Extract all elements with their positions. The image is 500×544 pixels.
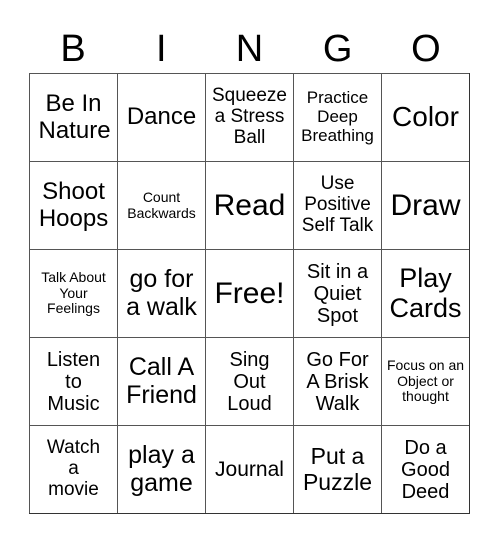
cell-text: Shoot Hoops — [38, 178, 109, 232]
header-letter-g: G — [322, 27, 353, 70]
cell-text: Play Cards — [389, 262, 462, 323]
cell-text: Dance — [126, 103, 197, 131]
bingo-cell[interactable]: Sit in a Quiet Spot — [293, 249, 381, 337]
bingo-cell[interactable]: Practice Deep Breathing — [293, 73, 381, 161]
header-letter-o: O — [411, 27, 441, 70]
cell-text: Sing Out Loud — [227, 348, 272, 415]
bingo-cell[interactable]: Do a Good Deed — [381, 425, 469, 513]
header-letter-i: I — [156, 27, 167, 70]
bingo-cell[interactable]: Shoot Hoops — [29, 161, 117, 249]
bingo-cell[interactable]: Dance — [117, 73, 205, 161]
bingo-header: B I N G O — [29, 24, 470, 73]
cell-text: Do a Good Deed — [401, 436, 450, 503]
bingo-cell[interactable]: Sing Out Loud — [205, 337, 293, 425]
cell-text: Listen to Music — [46, 348, 101, 415]
cell-text: Practice Deep Breathing — [301, 88, 374, 145]
bingo-cell[interactable]: Squeeze a Stress Ball — [205, 73, 293, 161]
cell-text: Watch a movie — [46, 437, 101, 500]
bingo-cell[interactable]: Use Positive Self Talk — [293, 161, 381, 249]
header-letter-n: N — [235, 27, 264, 70]
bingo-cell[interactable]: go for a walk — [117, 249, 205, 337]
bingo-cell[interactable]: Go For A Brisk Walk — [293, 337, 381, 425]
cell-text: Draw — [390, 189, 461, 222]
bingo-cell[interactable]: Play Cards — [381, 249, 469, 337]
bingo-cell[interactable]: Put a Puzzle — [293, 425, 381, 513]
cell-text: Go For A Brisk Walk — [306, 348, 369, 415]
bingo-cell[interactable]: Be In Nature — [29, 73, 117, 161]
cell-text: Read — [213, 189, 286, 222]
bingo-cell[interactable]: Draw — [381, 161, 469, 249]
cell-text: Color — [392, 101, 459, 133]
cell-text: play a game — [128, 441, 195, 497]
bingo-cell[interactable]: Watch a movie — [29, 425, 117, 513]
bingo-cell[interactable]: Call A Friend — [117, 337, 205, 425]
bingo-grid: Be In Nature Dance Squeeze a Stress Ball… — [29, 73, 470, 514]
bingo-cell[interactable]: Talk About Your Feelings — [29, 249, 117, 337]
cell-text: Put a Puzzle — [302, 443, 373, 495]
cell-text: Talk About Your Feelings — [41, 269, 106, 317]
cell-text: Focus on an Object or thought — [386, 357, 465, 405]
free-space-text: Free! — [214, 277, 285, 310]
cell-text: go for a walk — [126, 265, 197, 321]
bingo-cell[interactable]: Focus on an Object or thought — [381, 337, 469, 425]
cell-text: Be In Nature — [38, 90, 111, 144]
bingo-cell[interactable]: Color — [381, 73, 469, 161]
bingo-cell[interactable]: Count Backwards — [117, 161, 205, 249]
header-letter-b: B — [60, 27, 86, 70]
cell-text: Use Positive Self Talk — [301, 173, 374, 236]
bingo-cell[interactable]: Read — [205, 161, 293, 249]
bingo-cell[interactable]: play a game — [117, 425, 205, 513]
cell-text: Squeeze a Stress Ball — [211, 85, 287, 148]
bingo-cell[interactable]: Listen to Music — [29, 337, 117, 425]
free-space-cell[interactable]: Free! — [205, 249, 293, 337]
cell-text: Sit in a Quiet Spot — [306, 260, 369, 327]
bingo-cell[interactable]: Journal — [205, 425, 293, 513]
cell-text: Count Backwards — [127, 189, 196, 221]
cell-text: Call A Friend — [126, 353, 197, 409]
cell-text: Journal — [215, 457, 284, 481]
